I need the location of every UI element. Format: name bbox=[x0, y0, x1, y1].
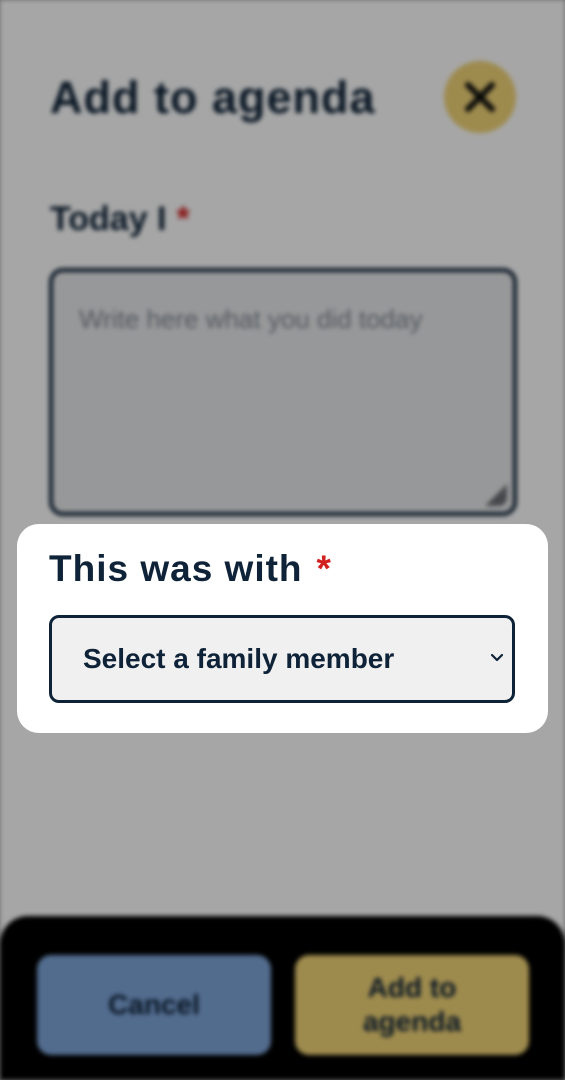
with-label-text: This was with bbox=[49, 548, 303, 589]
chevron-down-icon bbox=[490, 653, 504, 663]
add-to-agenda-screen: Add to agenda Today I * Write here what y… bbox=[0, 0, 565, 1080]
with-field-card: This was with * Select a family member bbox=[17, 524, 548, 733]
required-marker: * bbox=[316, 548, 332, 589]
with-label: This was with * bbox=[49, 548, 332, 590]
family-member-select-value: Select a family member bbox=[83, 643, 395, 674]
family-member-select[interactable]: Select a family member bbox=[49, 615, 515, 703]
